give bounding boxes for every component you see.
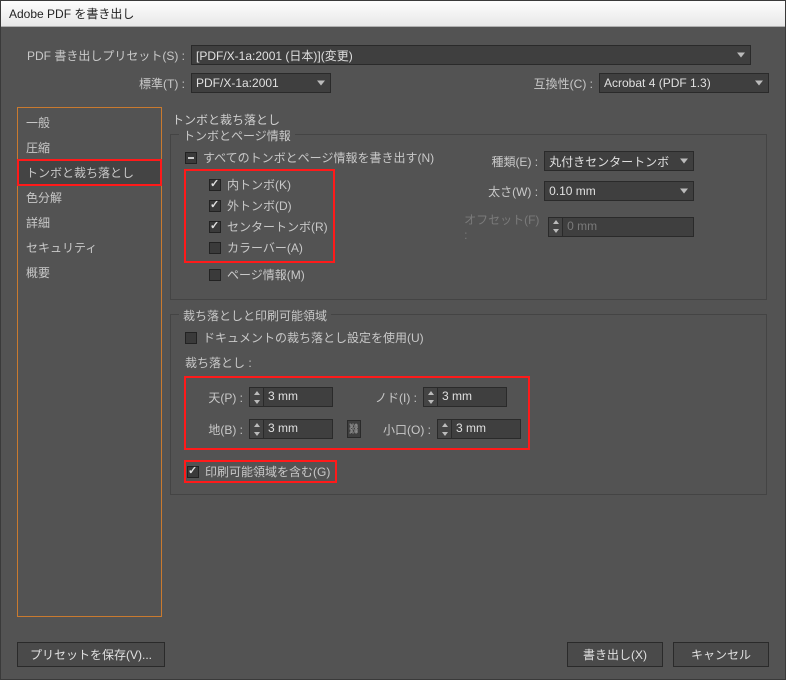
mark-offset-spinner: 0 mm <box>548 217 694 237</box>
sidebar-item-compression[interactable]: 圧縮 <box>18 135 161 160</box>
preset-label: PDF 書き出しプリセット(S) : <box>17 47 185 64</box>
soto-tonbo-checkbox[interactable] <box>209 200 221 212</box>
marks-bleeds-panel: トンボと裁ち落とし トンボとページ情報 すべてのトンボとページ情報を書き出す(N… <box>168 107 769 617</box>
marks-params: 種類(E) : 丸付きセンタートンボ 太さ(W) : 0.10 mm オフセット… <box>464 149 694 287</box>
bleed-top-label: 天(P) : <box>187 389 243 406</box>
save-preset-button[interactable]: プリセットを保存(V)... <box>17 642 165 667</box>
sidebar-item-summary[interactable]: 概要 <box>18 260 161 285</box>
uchi-tonbo-checkbox[interactable] <box>209 179 221 191</box>
use-doc-bleed-checkbox[interactable] <box>185 332 197 344</box>
include-slug-label: 印刷可能領域を含む(G) <box>205 463 330 480</box>
dialog-buttons: プリセットを保存(V)... 書き出し(X) キャンセル <box>17 642 769 667</box>
bleed-bottom-spinner[interactable]: 3 mm <box>249 419 333 439</box>
standard-label: 標準(T) : <box>17 75 185 92</box>
compat-label: 互換性(C) : <box>534 75 593 92</box>
export-button[interactable]: 書き出し(X) <box>567 642 663 667</box>
include-slug-checkbox[interactable] <box>187 466 199 478</box>
mark-offset-input: 0 mm <box>562 217 694 237</box>
marks-options: すべてのトンボとページ情報を書き出す(N) 内トンボ(K) 外トンボ(D) セン… <box>185 149 434 287</box>
sidebar-item-general[interactable]: 一般 <box>18 110 161 135</box>
export-pdf-window: Adobe PDF を書き出し PDF 書き出しプリセット(S) : [PDF/… <box>0 0 786 680</box>
dialog-body: PDF 書き出しプリセット(S) : [PDF/X-1a:2001 (日本)](… <box>1 27 785 679</box>
mark-type-label: 種類(E) : <box>491 153 538 170</box>
bleed-inside-spinner[interactable]: 3 mm <box>423 387 507 407</box>
bleed-inside-label: ノド(I) : <box>361 389 417 406</box>
bleed-outside-label: 小口(O) : <box>375 421 431 438</box>
window-title: Adobe PDF を書き出し <box>9 7 134 21</box>
use-doc-bleed-label: ドキュメントの裁ち落とし設定を使用(U) <box>203 329 424 346</box>
all-marks-toggle-icon[interactable] <box>185 152 197 164</box>
window-titlebar: Adobe PDF を書き出し <box>1 1 785 27</box>
mark-offset-label: オフセット(F) : <box>464 211 542 242</box>
category-sidebar: 一般 圧縮 トンボと裁ち落とし 色分解 詳細 セキュリティ 概要 <box>17 107 162 617</box>
mark-weight-select[interactable]: 0.10 mm <box>544 181 694 201</box>
main-area: 一般 圧縮 トンボと裁ち落とし 色分解 詳細 セキュリティ 概要 トンボと裁ち落… <box>17 107 769 617</box>
mark-weight-label: 太さ(W) : <box>488 183 538 200</box>
bleed-bottom-label: 地(B) : <box>187 421 243 438</box>
sidebar-item-marks-bleeds[interactable]: トンボと裁ち落とし <box>18 160 161 185</box>
preset-select[interactable]: [PDF/X-1a:2001 (日本)](変更) <box>191 45 751 65</box>
link-bleeds-icon[interactable]: ⛓ <box>347 420 361 438</box>
sidebar-item-security[interactable]: セキュリティ <box>18 235 161 260</box>
bleed-outside-spinner[interactable]: 3 mm <box>437 419 521 439</box>
compat-select[interactable]: Acrobat 4 (PDF 1.3) <box>599 73 769 93</box>
sidebar-item-advanced[interactable]: 詳細 <box>18 210 161 235</box>
top-form: PDF 書き出しプリセット(S) : [PDF/X-1a:2001 (日本)](… <box>17 45 769 93</box>
marks-fieldset: トンボとページ情報 すべてのトンボとページ情報を書き出す(N) 内トンボ(K) … <box>170 134 767 300</box>
bleed-top-spinner[interactable]: 3 mm <box>249 387 333 407</box>
all-marks-label[interactable]: すべてのトンボとページ情報を書き出す(N) <box>203 149 434 166</box>
bleed-section-label: 裁ち落とし : <box>185 354 752 371</box>
standard-select[interactable]: PDF/X-1a:2001 <box>191 73 331 93</box>
cancel-button[interactable]: キャンセル <box>673 642 769 667</box>
sidebar-item-output[interactable]: 色分解 <box>18 185 161 210</box>
center-tonbo-checkbox[interactable] <box>209 221 221 233</box>
pageinfo-checkbox[interactable] <box>209 269 221 281</box>
bleed-legend: 裁ち落としと印刷可能領域 <box>179 307 331 324</box>
panel-title: トンボと裁ち落とし <box>172 111 769 128</box>
colorbar-checkbox[interactable] <box>209 242 221 254</box>
bleed-fieldset: 裁ち落としと印刷可能領域 ドキュメントの裁ち落とし設定を使用(U) 裁ち落とし … <box>170 314 767 495</box>
mark-type-select[interactable]: 丸付きセンタートンボ <box>544 151 694 171</box>
marks-legend: トンボとページ情報 <box>179 127 295 144</box>
